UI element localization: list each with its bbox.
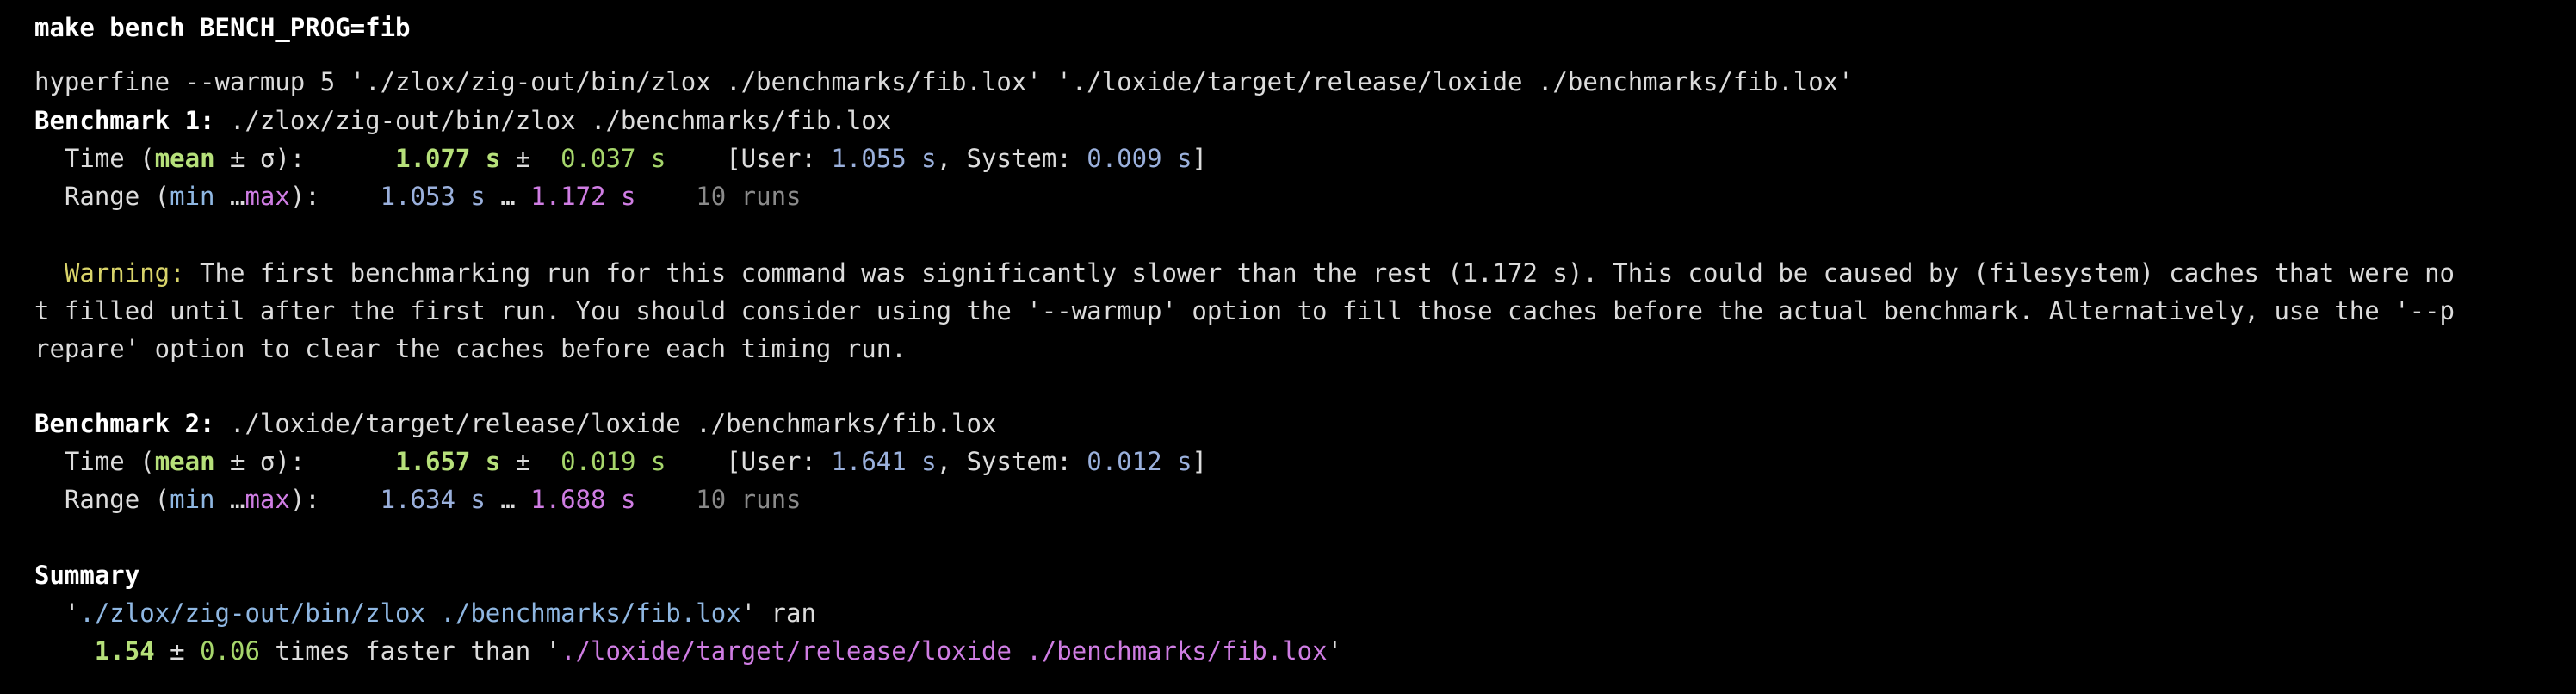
time-sd-value: 0.037 s: [545, 144, 666, 173]
time-sd-value: 0.019 s: [545, 447, 666, 476]
summary-heading: Summary: [34, 561, 140, 590]
system-time-value: 0.009 s: [1087, 144, 1192, 173]
speedup-sd: 0.06: [200, 636, 260, 666]
time-label-prefix: Time (: [34, 447, 155, 476]
warning-line-3: repare' option to clear the caches befor…: [34, 334, 907, 363]
benchmark-1-time-row: Time (mean ± σ): 1.077 s ± 0.037 s [User…: [34, 139, 1207, 177]
time-mean-value: 1.077 s: [395, 144, 501, 173]
system-label: , System:: [936, 144, 1087, 173]
min-word: min: [170, 182, 215, 211]
sigma-label: ± σ):: [214, 144, 306, 173]
system-time-value: 0.012 s: [1087, 447, 1192, 476]
benchmark-2-command: ./loxide/target/release/loxide ./benchma…: [214, 409, 997, 438]
summary-fastest-command: ./zlox/zig-out/bin/zlox ./benchmarks/fib…: [79, 598, 741, 628]
quote-close: ': [1327, 636, 1343, 666]
warning-label: Warning:: [34, 258, 185, 288]
sigma-label: ± σ):: [214, 447, 306, 476]
plus-minus: ±: [500, 447, 546, 476]
range-label-prefix: Range (: [34, 485, 170, 514]
mean-word: mean: [154, 144, 215, 173]
summary-ran-text: ' ran: [740, 598, 816, 628]
range-label-prefix: Range (: [34, 182, 170, 211]
user-label: [User:: [666, 447, 832, 476]
benchmark-1-header: Benchmark 1: ./zlox/zig-out/bin/zlox ./b…: [34, 102, 891, 139]
system-label: , System:: [936, 447, 1087, 476]
quote-open: ': [34, 598, 80, 628]
range-min-value: 1.053 s: [380, 182, 486, 211]
time-mean-value: 1.657 s: [395, 447, 501, 476]
warning-line-2: t filled until after the first run. You …: [34, 296, 2455, 325]
benchmark-2-time-row: Time (mean ± σ): 1.657 s ± 0.019 s [User…: [34, 443, 1207, 480]
benchmark-2-range-row: Range (min …max): 1.634 s … 1.688 s 10 r…: [34, 480, 802, 518]
ellipsis: …: [214, 485, 245, 514]
benchmark-1-command: ./zlox/zig-out/bin/zlox ./benchmarks/fib…: [214, 106, 892, 135]
user-label: [User:: [666, 144, 832, 173]
summary-line-1: './zlox/zig-out/bin/zlox ./benchmarks/fi…: [34, 594, 816, 632]
terminal-title: make bench BENCH_PROG=fib: [34, 13, 411, 42]
bracket-close: ]: [1192, 144, 1207, 173]
range-max-value: 1.172 s: [530, 182, 636, 211]
max-word: max: [245, 182, 290, 211]
warning-line-1: Warning: The first benchmarking run for …: [34, 254, 2455, 292]
runs-count: 10 runs: [635, 485, 802, 514]
range-label-suffix: ):: [289, 485, 320, 514]
command-line: hyperfine --warmup 5 './zlox/zig-out/bin…: [34, 67, 1854, 96]
benchmark-2-label: Benchmark 2:: [34, 409, 215, 438]
mean-word: mean: [154, 447, 215, 476]
bracket-close: ]: [1192, 447, 1207, 476]
terminal-window: make bench BENCH_PROG=fib hyperfine --wa…: [34, 0, 2548, 694]
range-max-value: 1.688 s: [530, 485, 636, 514]
min-word: min: [170, 485, 215, 514]
runs-count: 10 runs: [635, 182, 802, 211]
user-time-value: 1.641 s: [831, 447, 937, 476]
plus-minus: ±: [154, 636, 201, 666]
faster-than-text: times faster than ': [259, 636, 561, 666]
benchmark-1-range-row: Range (min …max): 1.053 s … 1.172 s 10 r…: [34, 177, 802, 215]
plus-minus: ±: [500, 144, 546, 173]
max-word: max: [245, 485, 290, 514]
benchmark-1-label: Benchmark 1:: [34, 106, 215, 135]
ellipsis: …: [214, 182, 245, 211]
summary-slower-command: ./loxide/target/release/loxide ./benchma…: [560, 636, 1328, 666]
time-label-prefix: Time (: [34, 144, 155, 173]
range-separator: …: [485, 485, 531, 514]
range-min-value: 1.634 s: [380, 485, 486, 514]
range-separator: …: [485, 182, 531, 211]
speedup-ratio: 1.54: [94, 636, 155, 666]
warning-text-1: The first benchmarking run for this comm…: [184, 258, 2455, 288]
summary-line-2: 1.54 ± 0.06 times faster than './loxide/…: [34, 632, 1342, 670]
benchmark-2-header: Benchmark 2: ./loxide/target/release/lox…: [34, 405, 996, 443]
user-time-value: 1.055 s: [831, 144, 937, 173]
range-label-suffix: ):: [289, 182, 320, 211]
